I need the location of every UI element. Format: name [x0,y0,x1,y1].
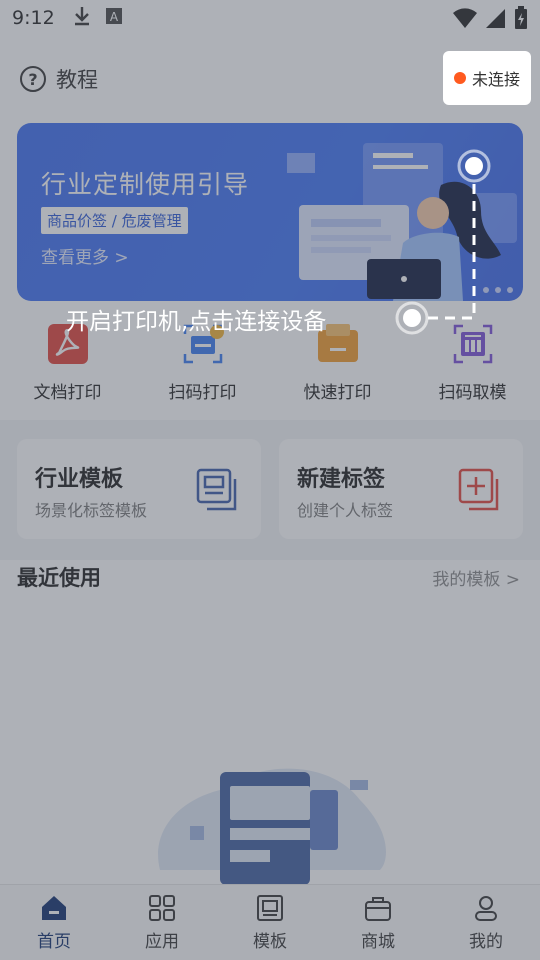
guide-tip-text: 开启打印机,点击连接设备 [66,309,327,335]
guide-overlay[interactable] [0,0,540,960]
disconnected-dot-icon [453,72,466,84]
connection-status-button[interactable]: 未连接 [443,51,531,105]
connection-status-label: 未连接 [471,70,520,89]
app-root: 9:12 A ? 教程 行业定制使用引导 商品价签 / 危废管理 查看更多 > … [0,0,540,960]
